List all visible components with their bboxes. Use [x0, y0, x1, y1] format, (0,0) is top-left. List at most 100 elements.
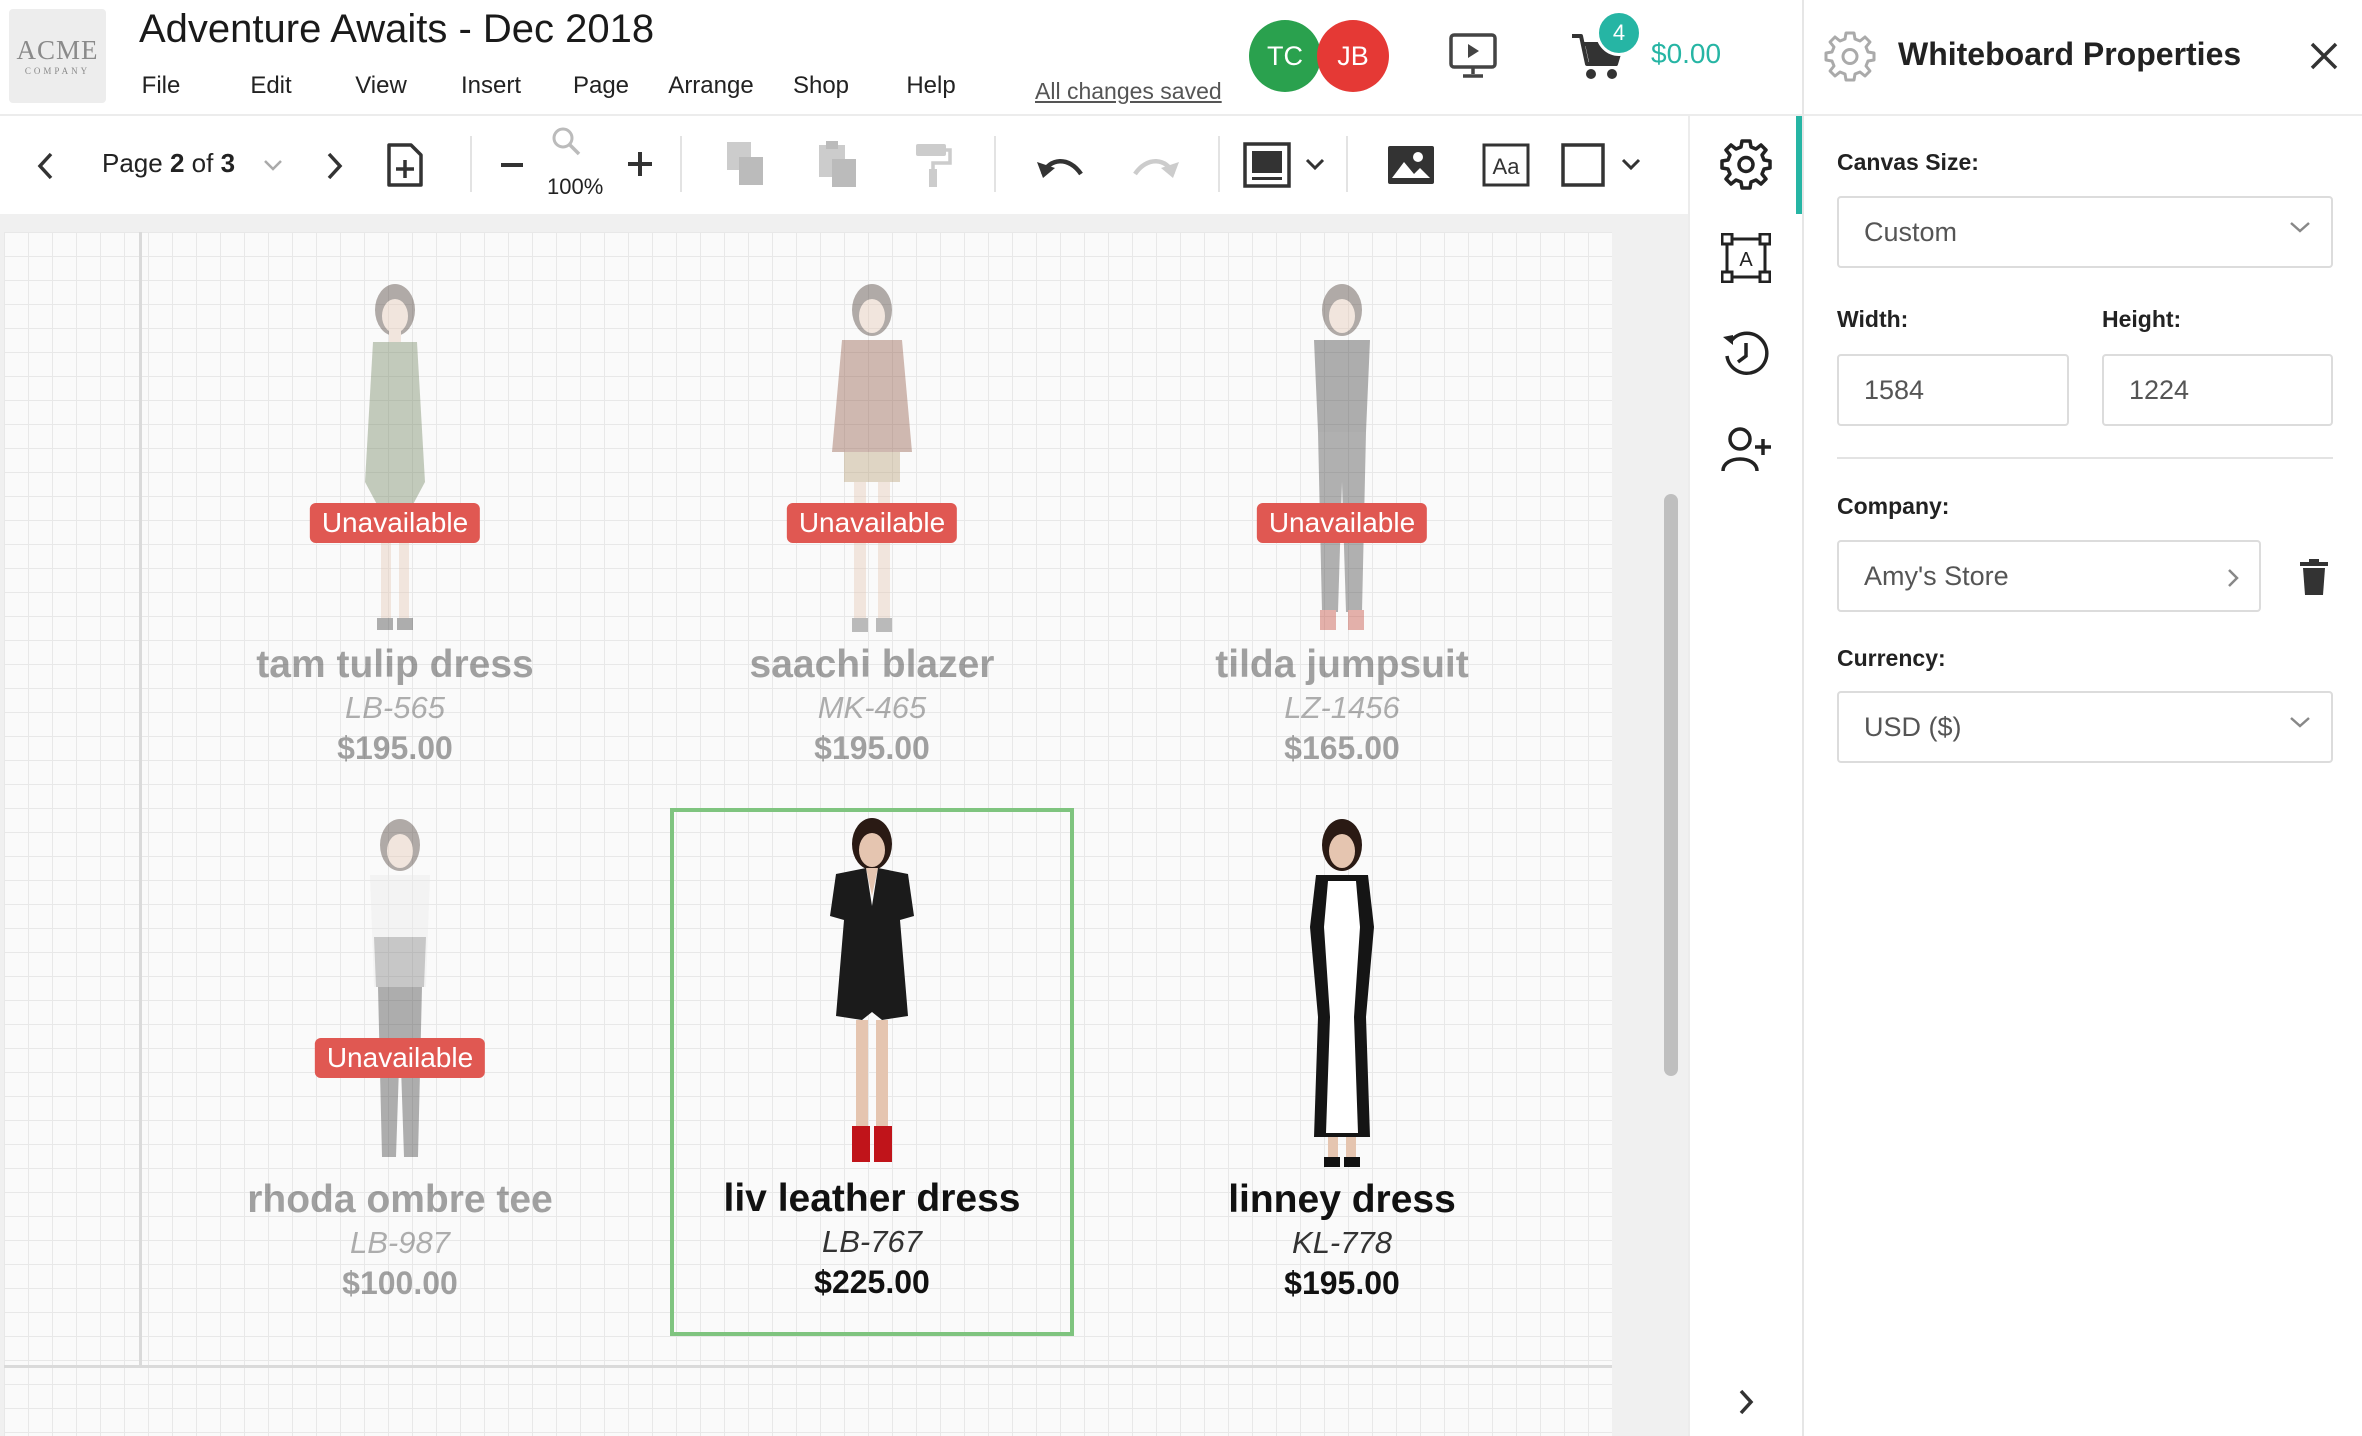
menu-edit[interactable]: Edit: [250, 72, 291, 100]
height-label: Height:: [2102, 306, 2182, 332]
background-button[interactable]: [1240, 140, 1294, 190]
menu-file[interactable]: File: [142, 72, 181, 100]
product-name: linney dress: [1228, 1178, 1456, 1221]
width-value: 1584: [1864, 374, 1925, 405]
app-header: ACME COMPANY Adventure Awaits - Dec 2018…: [0, 0, 1802, 116]
gear-icon: [1824, 31, 1876, 82]
product-name: tilda jumpsuit: [1215, 643, 1469, 686]
save-status-link[interactable]: All changes saved: [1035, 78, 1222, 105]
undo-button[interactable]: [1034, 146, 1086, 186]
insert-text-button[interactable]: Aa: [1480, 140, 1532, 190]
canvas-size-select[interactable]: Custom: [1837, 196, 2333, 268]
chevron-right-icon: [2228, 569, 2239, 587]
paint-roller-icon: [916, 144, 952, 187]
format-painter-button[interactable]: [910, 140, 956, 190]
canvas-area[interactable]: Unavailable tam tulip dress LB-565 $195.…: [0, 214, 1688, 1436]
height-input[interactable]: 1224: [2102, 354, 2333, 426]
height-value: 1224: [2129, 374, 2190, 405]
panel-header: Whiteboard Properties: [1804, 0, 2362, 116]
minus-icon: [501, 163, 523, 167]
menu-shop[interactable]: Shop: [793, 72, 849, 100]
product-card[interactable]: Unavailable saachi blazer MK-465 $195.00: [672, 282, 1072, 768]
collapse-panel-button[interactable]: [1718, 1374, 1774, 1430]
product-card[interactable]: Unavailable rhoda ombre tee LB-987 $100.…: [200, 817, 600, 1303]
paste-button[interactable]: [815, 138, 861, 190]
product-price: $225.00: [814, 1264, 930, 1300]
square-icon: [1561, 143, 1605, 187]
company-label: Company:: [1837, 493, 1950, 519]
product-card[interactable]: Unavailable tilda jumpsuit LZ-1456 $165.…: [1142, 282, 1542, 768]
zoom-icon-wrapper: [549, 124, 583, 158]
width-input[interactable]: 1584: [1837, 354, 2069, 426]
text-icon: Aa: [1482, 143, 1530, 187]
insert-shape-button[interactable]: [1558, 140, 1608, 190]
product-image: Unavailable: [285, 282, 505, 642]
currency-value: USD ($): [1864, 711, 1962, 742]
company-value: Amy's Store: [1864, 560, 2009, 591]
model-figure: [370, 819, 430, 1157]
present-button[interactable]: [1448, 32, 1498, 80]
product-image: [762, 816, 982, 1176]
previous-page-button[interactable]: [28, 148, 64, 184]
undo-icon: [1037, 159, 1083, 178]
product-card-selected[interactable]: liv leather dress LB-767 $225.00: [670, 808, 1074, 1336]
product-name: tam tulip dress: [256, 643, 534, 686]
product-card[interactable]: linney dress KL-778 $195.00: [1142, 817, 1542, 1303]
editor-toolbar: Page 2 of 3 100% Aa: [0, 116, 1688, 214]
menu-page[interactable]: Page: [573, 72, 629, 100]
zoom-level[interactable]: 100%: [547, 174, 603, 200]
add-page-button[interactable]: [383, 140, 427, 190]
page-dropdown-button[interactable]: [258, 150, 288, 180]
panel-title: Whiteboard Properties: [1898, 36, 2242, 72]
whiteboard-page[interactable]: Unavailable tam tulip dress LB-565 $195.…: [4, 232, 1612, 1436]
delete-company-button[interactable]: [2294, 555, 2334, 599]
cart-total: $0.00: [1651, 38, 1722, 69]
chevron-left-icon: [37, 152, 53, 180]
page-prefix: Page: [102, 148, 170, 178]
product-card[interactable]: Unavailable tam tulip dress LB-565 $195.…: [195, 282, 595, 768]
canvas-size-value: Custom: [1864, 216, 1958, 247]
settings-tab[interactable]: [1718, 136, 1774, 192]
close-panel-button[interactable]: [2304, 36, 2344, 76]
collaborator-avatar-jb[interactable]: JB: [1317, 20, 1389, 92]
duplicate-button[interactable]: [722, 138, 768, 190]
company-logo: ACME COMPANY: [9, 9, 106, 103]
menu-help[interactable]: Help: [906, 72, 955, 100]
model-figure: [365, 284, 425, 630]
vertical-guide: [139, 232, 142, 1367]
insert-image-button[interactable]: [1384, 140, 1438, 190]
menu-view[interactable]: View: [355, 72, 407, 100]
product-name: saachi blazer: [749, 643, 995, 686]
toolbar-divider: [1346, 136, 1348, 192]
product-image: [1232, 817, 1452, 1177]
svg-text:Aa: Aa: [1493, 154, 1521, 179]
collaborator-avatar-tc[interactable]: TC: [1249, 20, 1321, 92]
next-page-button[interactable]: [316, 148, 352, 184]
menu-insert[interactable]: Insert: [461, 72, 521, 100]
text-frame-tab[interactable]: A: [1718, 230, 1774, 286]
redo-button[interactable]: [1130, 146, 1182, 186]
currency-select[interactable]: USD ($): [1837, 691, 2333, 763]
background-dropdown-button[interactable]: [1302, 152, 1328, 176]
unavailable-badge: Unavailable: [309, 503, 481, 543]
menu-arrange[interactable]: Arrange: [668, 72, 753, 100]
properties-panel: Whiteboard Properties Canvas Size: Custo…: [1802, 0, 2362, 1436]
zoom-out-button[interactable]: [497, 150, 527, 180]
history-tab[interactable]: [1718, 326, 1774, 382]
company-selector[interactable]: Amy's Store: [1837, 540, 2261, 612]
page-total: 3: [220, 148, 236, 178]
scrollbar-thumb[interactable]: [1664, 494, 1678, 1076]
canvas-size-label: Canvas Size:: [1837, 149, 1979, 175]
document-title[interactable]: Adventure Awaits - Dec 2018: [139, 7, 654, 52]
product-sku: LB-987: [350, 1225, 450, 1260]
shape-dropdown-button[interactable]: [1618, 152, 1644, 176]
page-of: of: [184, 148, 221, 178]
add-user-icon: [1721, 427, 1771, 472]
close-icon: [2310, 42, 2338, 70]
zoom-in-button[interactable]: [624, 148, 656, 180]
add-collaborator-tab[interactable]: [1718, 422, 1774, 478]
duplicate-icon: [727, 142, 763, 185]
page-selector[interactable]: Page 2 of 3: [102, 148, 235, 179]
product-image: Unavailable: [290, 817, 510, 1177]
panel-divider: [1837, 457, 2333, 459]
